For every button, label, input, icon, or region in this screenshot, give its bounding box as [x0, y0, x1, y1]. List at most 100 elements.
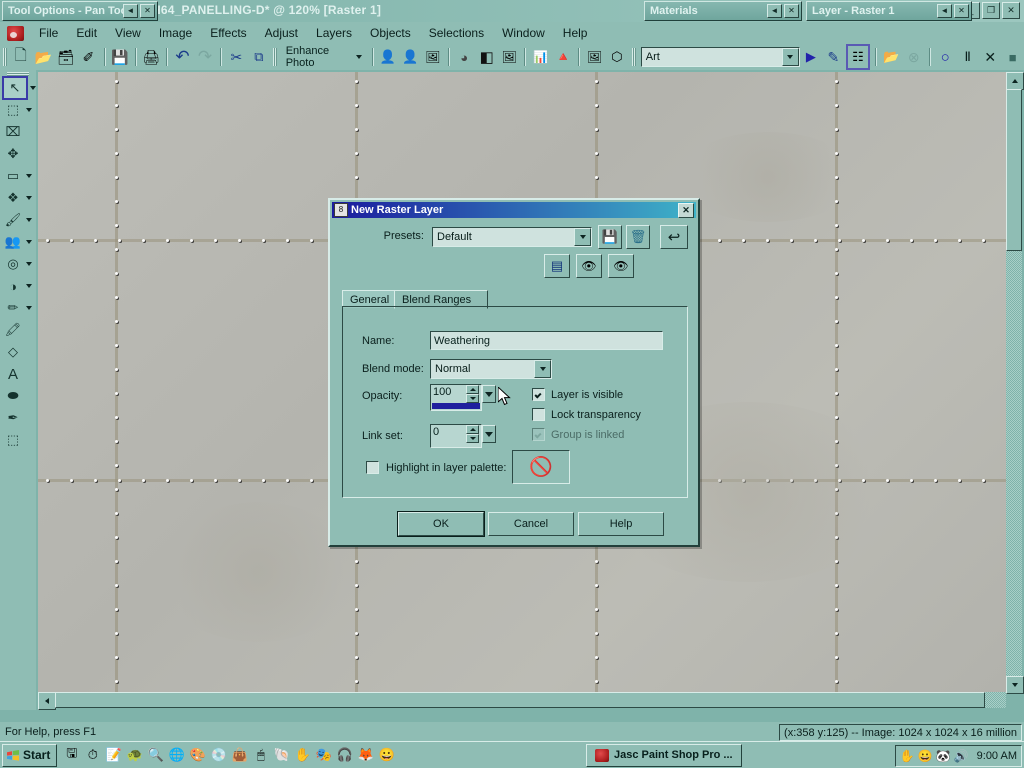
close-button[interactable]: ✕	[1002, 2, 1020, 19]
opacity-decrement-button[interactable]	[466, 394, 479, 403]
makeover-tool-icon[interactable]: 🖼	[584, 46, 605, 68]
presets-select[interactable]: Default	[432, 227, 592, 247]
quicklaunch-bag-icon[interactable]: 👜	[230, 746, 249, 765]
blend-mode-select[interactable]: Normal	[430, 359, 552, 379]
palette-materials[interactable]: Materials ◄ ✕	[644, 1, 802, 21]
quicklaunch-memory-icon[interactable]: 🖫	[62, 745, 81, 765]
palette-tool-options[interactable]: Tool Options - Pan Tool ◄ ✕	[2, 1, 158, 21]
picture-frame-icon[interactable]: ⬡	[607, 46, 628, 68]
move-tool-icon[interactable]: ✥	[2, 144, 24, 164]
preset-shape-tool-icon[interactable]: ⬬	[2, 386, 24, 406]
vertical-scroll-thumb[interactable]	[1006, 89, 1022, 251]
highlight-in-layer-palette-checkbox[interactable]: Highlight in layer palette:	[366, 461, 506, 474]
quicklaunch-mask-icon[interactable]: 🎭	[314, 746, 333, 765]
toolbar-grip[interactable]	[632, 48, 636, 66]
auto-proof-button[interactable]: 👁	[576, 254, 602, 278]
tool-eraser-tool[interactable]: ✏	[0, 297, 36, 319]
palette-layer[interactable]: Layer - Raster 1 ◄ ✕	[806, 1, 972, 21]
one-step-noise-removal-icon[interactable]: 👤	[400, 46, 421, 68]
quicklaunch-mouse-icon[interactable]: 🖱	[251, 746, 270, 765]
tool-gradient-tool[interactable]: ◑	[0, 275, 36, 297]
scroll-left-button[interactable]	[38, 692, 56, 710]
tool-selection-tool[interactable]: ▭	[0, 165, 36, 187]
quicklaunch-hand-icon[interactable]: ✋	[293, 746, 312, 765]
quicklaunch-shield-icon[interactable]: 🐢	[125, 746, 144, 765]
delete-preset-button[interactable]: 🗑	[626, 225, 650, 249]
opacity-increment-button[interactable]	[466, 385, 479, 394]
tool-move-tool[interactable]: ✥	[0, 143, 36, 165]
tray-volume-icon[interactable]: 🔊	[954, 749, 969, 763]
preview-button[interactable]: 👁	[608, 254, 634, 278]
ok-button[interactable]: OK	[398, 512, 484, 536]
chevron-down-icon[interactable]	[26, 284, 32, 288]
scroll-up-button[interactable]	[1006, 72, 1024, 90]
help-button[interactable]: Help	[578, 512, 664, 536]
one-step-photo-fix-icon[interactable]: 👤	[378, 46, 399, 68]
paint-brush-tool-icon[interactable]: 🖌	[2, 210, 24, 230]
palette-close-icon[interactable]: ✕	[140, 4, 155, 18]
magic-wand-tool-icon[interactable]: ❖	[2, 188, 24, 208]
menu-item-help[interactable]: Help	[554, 23, 597, 43]
start-button[interactable]: Start	[2, 743, 58, 767]
chevron-down-icon[interactable]	[26, 196, 32, 200]
open-file-icon[interactable]: 📂	[33, 46, 54, 68]
pause-script-icon[interactable]: Ⅱ	[957, 46, 978, 68]
chevron-down-icon[interactable]	[534, 360, 551, 378]
twain-acquire-icon[interactable]: ✐	[78, 46, 99, 68]
warp-brush-tool-icon[interactable]: ◇	[2, 342, 24, 362]
clone-brush-tool-icon[interactable]: 👥	[2, 232, 24, 252]
quicklaunch-disc-icon[interactable]: 💿	[209, 746, 228, 765]
palette-rollup-icon[interactable]: ◄	[767, 4, 782, 18]
tool-zoom-tool[interactable]: ⬚	[0, 99, 36, 121]
quicklaunch-internet-explorer-icon[interactable]: 🌐	[167, 746, 186, 765]
tray-panda-icon[interactable]: 🐼	[936, 749, 951, 763]
menu-item-view[interactable]: View	[106, 23, 150, 43]
close-icon[interactable]: ✕	[678, 202, 694, 218]
crop-tool-icon[interactable]: ⌧	[2, 122, 24, 142]
redo-icon[interactable]: ↷	[195, 46, 216, 68]
toolbar-grip[interactable]	[273, 48, 277, 66]
chevron-down-icon[interactable]	[26, 306, 32, 310]
link-set-increment-button[interactable]	[466, 425, 479, 434]
chevron-down-icon[interactable]	[781, 48, 799, 66]
chevron-down-icon[interactable]	[26, 262, 32, 266]
palette-close-icon[interactable]: ✕	[954, 4, 969, 18]
histogram-adjust-icon[interactable]: 📊	[530, 46, 551, 68]
tool-pen-tool[interactable]: ✒	[0, 407, 36, 429]
palette-close-icon[interactable]: ✕	[784, 4, 799, 18]
selection-tool-icon[interactable]: ▭	[2, 166, 24, 186]
save-icon[interactable]: 💾	[109, 46, 130, 68]
run-script-icon[interactable]: ▶	[801, 46, 822, 68]
quicklaunch-smiley-icon[interactable]: 😀	[377, 746, 396, 765]
menu-item-objects[interactable]: Objects	[361, 23, 420, 43]
save-preset-button[interactable]: 💾	[598, 225, 622, 249]
cut-icon[interactable]: ✂	[226, 46, 247, 68]
tool-magic-wand-tool[interactable]: ❖	[0, 187, 36, 209]
eraser-tool-icon[interactable]: ✏	[2, 298, 24, 318]
undo-icon[interactable]: ↶	[172, 46, 193, 68]
open-script-icon[interactable]: 📂	[881, 46, 902, 68]
menu-item-adjust[interactable]: Adjust	[256, 23, 307, 43]
restore-button[interactable]: ❐	[982, 2, 1000, 19]
new-file-icon[interactable]: 🗋	[11, 46, 32, 68]
tool-preset-shape-tool[interactable]: ⬬	[0, 385, 36, 407]
enhance-photo-menu[interactable]: Enhance Photo	[280, 45, 368, 69]
layer-is-visible-checkbox[interactable]: Layer is visible	[532, 388, 623, 401]
print-icon[interactable]: 🖨	[141, 46, 162, 68]
vertical-scrollbar[interactable]	[1006, 72, 1024, 694]
toolbar-grip[interactable]	[3, 48, 7, 66]
script-select[interactable]: Art	[640, 47, 800, 67]
red-eye-removal-icon[interactable]: ◕	[454, 46, 475, 68]
pen-tool-icon[interactable]: ✒	[2, 408, 24, 428]
fill-flash-icon[interactable]: 🖼	[499, 46, 520, 68]
name-input[interactable]: Weathering	[430, 331, 663, 350]
menu-item-effects[interactable]: Effects	[201, 23, 255, 43]
palette-rollup-icon[interactable]: ◄	[123, 4, 138, 18]
quicklaunch-notepad-icon[interactable]: 📝	[104, 746, 123, 765]
menu-item-image[interactable]: Image	[150, 23, 201, 43]
toggle-execution-mode-icon[interactable]: ☷	[845, 44, 871, 70]
deform-tool-icon[interactable]: ⬚	[2, 430, 24, 450]
tray-smiley-icon[interactable]: 😀	[918, 749, 933, 763]
tool-clone-brush-tool[interactable]: 👥	[0, 231, 36, 253]
tool-warp-brush-tool[interactable]: ◇	[0, 341, 36, 363]
